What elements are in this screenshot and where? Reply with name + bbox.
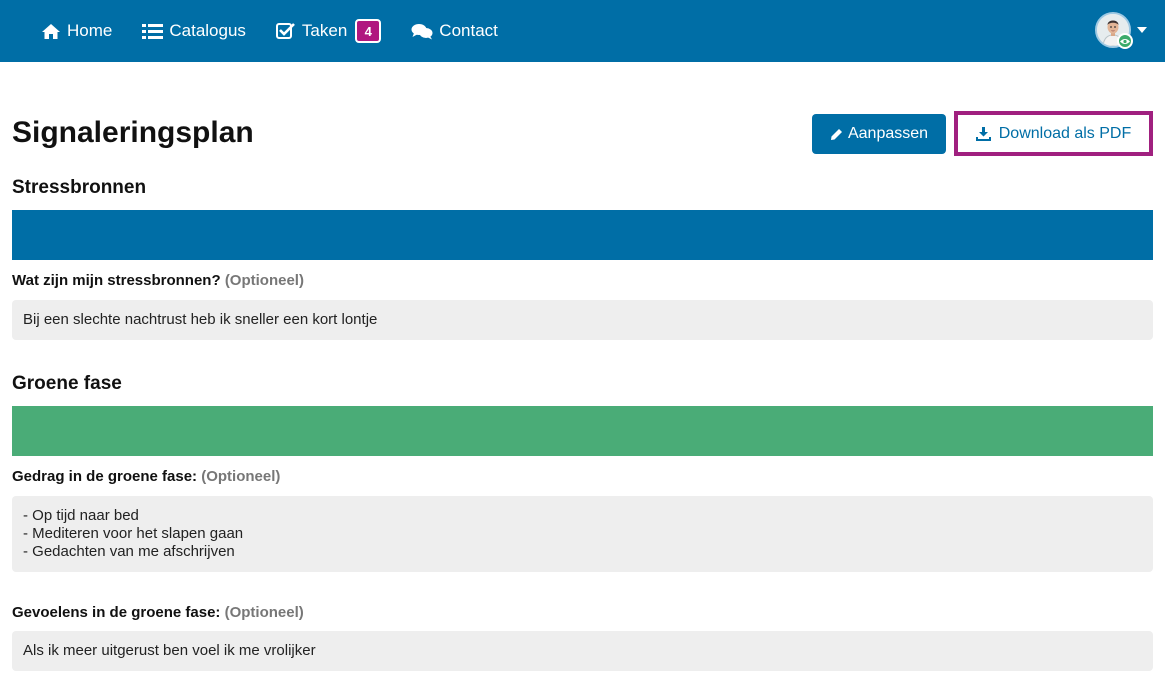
top-navbar: Home Catalogus Taken 4 Contact <box>0 0 1165 62</box>
nav-catalogus[interactable]: Catalogus <box>142 21 246 41</box>
optional-tag: (Optioneel) <box>224 604 304 621</box>
optional-tag: (Optioneel) <box>201 468 281 485</box>
chevron-down-icon <box>1137 27 1147 33</box>
list-item: - Op tijd naar bed <box>23 507 139 524</box>
nav-list: Home Catalogus Taken 4 Contact <box>41 0 528 62</box>
green-behavior-value: - Op tijd naar bed - Mediteren voor het … <box>12 496 1153 572</box>
pencil-icon <box>830 128 842 140</box>
task-count-badge: 4 <box>355 19 382 43</box>
stress-field-label: Wat zijn mijn stressbronnen? (Optioneel) <box>12 272 304 289</box>
view-status-icon <box>1117 33 1133 49</box>
nav-contact-label: Contact <box>439 21 498 40</box>
list-item: - Mediteren voor het slapen gaan <box>23 525 244 542</box>
nav-taken[interactable]: Taken 4 <box>275 19 382 43</box>
eye-icon <box>1120 38 1130 44</box>
nav-home[interactable]: Home <box>41 21 112 41</box>
nav-contact[interactable]: Contact <box>411 21 498 41</box>
check-square-icon <box>275 23 295 39</box>
stress-field-value: Bij een slechte nachtrust heb ik sneller… <box>12 300 1153 340</box>
stress-color-bar <box>12 210 1153 260</box>
home-icon <box>42 23 60 39</box>
chat-icon <box>411 23 433 39</box>
list-icon <box>142 23 164 39</box>
green-feelings-label: Gevoelens in de groene fase: (Optioneel) <box>12 604 304 621</box>
section-title-stress: Stressbronnen <box>12 177 147 198</box>
optional-tag: (Optioneel) <box>224 272 304 289</box>
download-icon <box>975 126 991 141</box>
nav-catalogus-label: Catalogus <box>169 21 246 40</box>
list-item: - Gedachten van me afschrijven <box>23 543 235 560</box>
green-color-bar <box>12 406 1153 456</box>
nav-taken-label: Taken <box>301 21 348 40</box>
section-title-green: Groene fase <box>12 373 122 394</box>
green-behavior-label: Gedrag in de groene fase: (Optioneel) <box>12 468 281 485</box>
edit-button-label: Aanpassen <box>847 125 929 142</box>
green-feelings-value: Als ik meer uitgerust ben voel ik me vro… <box>12 631 1153 671</box>
edit-button[interactable]: Aanpassen <box>812 114 946 154</box>
download-pdf-label: Download als PDF <box>998 124 1132 142</box>
nav-home-label: Home <box>67 21 113 40</box>
download-pdf-button[interactable]: Download als PDF <box>954 111 1153 156</box>
page-title: Signaleringsplan <box>12 116 254 149</box>
